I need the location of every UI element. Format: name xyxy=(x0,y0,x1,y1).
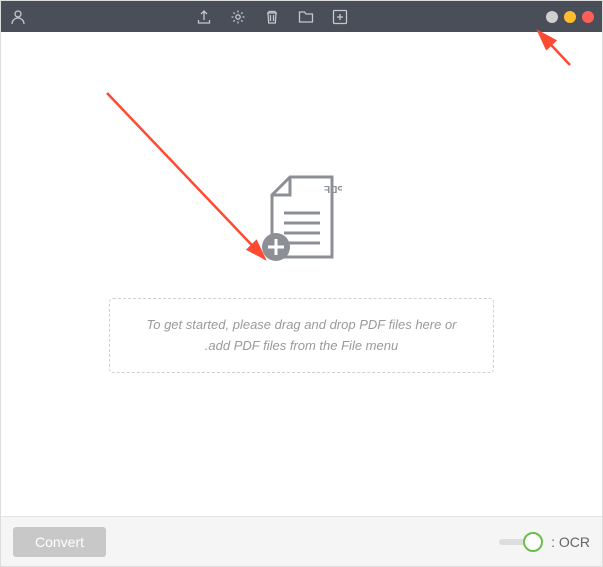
main-area: PDF To get started, please drag and drop… xyxy=(2,32,601,516)
folder-icon[interactable] xyxy=(298,9,314,25)
gear-icon[interactable] xyxy=(230,9,246,25)
add-file-icon[interactable] xyxy=(332,9,348,25)
maximize-window-icon[interactable] xyxy=(546,11,558,23)
svg-text:PDF: PDF xyxy=(324,185,342,196)
toolbar xyxy=(196,9,348,25)
window-controls xyxy=(546,11,594,23)
export-icon[interactable] xyxy=(196,9,212,25)
trash-icon[interactable] xyxy=(264,9,280,25)
titlebar xyxy=(1,1,602,32)
ocr-label: OCR : xyxy=(551,534,590,550)
drop-hint-line: add PDF files from the File menu. xyxy=(146,336,456,357)
drop-hint-line: To get started, please drag and drop PDF… xyxy=(146,315,456,336)
ocr-toggle[interactable] xyxy=(499,532,543,552)
profile-icon[interactable] xyxy=(9,8,27,26)
toggle-knob xyxy=(523,532,543,552)
minimize-window-icon[interactable] xyxy=(564,11,576,23)
drop-hint-box[interactable]: To get started, please drag and drop PDF… xyxy=(109,298,493,374)
bottom-bar: OCR : Convert xyxy=(1,516,602,566)
convert-button[interactable]: Convert xyxy=(13,527,106,557)
close-window-icon[interactable] xyxy=(582,11,594,23)
add-pdf-icon[interactable]: PDF xyxy=(262,175,342,274)
